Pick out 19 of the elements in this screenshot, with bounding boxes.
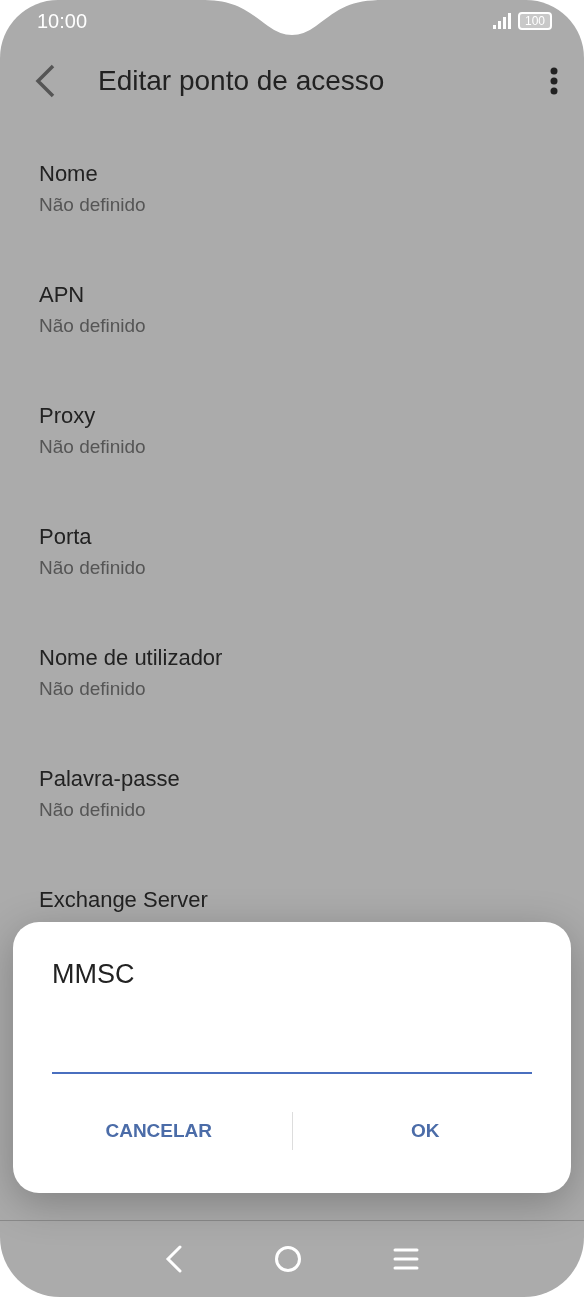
dialog-button[interactable]: CANCELAR bbox=[26, 1108, 292, 1154]
setting-value: Não definido bbox=[39, 194, 147, 216]
setting-title[interactable]: Exchange Server bbox=[39, 887, 545, 913]
setting-title[interactable]: Proxy bbox=[39, 403, 545, 429]
dialog-button[interactable]: OK bbox=[292, 1108, 558, 1154]
dialog-title: MMSC bbox=[52, 959, 136, 990]
setting-value: Não definido bbox=[39, 678, 147, 700]
setting-title[interactable]: APN bbox=[39, 282, 545, 308]
signal-icon bbox=[492, 13, 511, 29]
setting-title[interactable]: Palavra-passe bbox=[39, 766, 545, 792]
setting-title[interactable]: Nome de utilizador bbox=[39, 645, 545, 671]
setting-value: Não definido bbox=[39, 799, 147, 821]
setting-value: Não definido bbox=[39, 315, 147, 337]
setting-title[interactable]: Porta bbox=[39, 524, 545, 550]
setting-title[interactable]: Nome bbox=[39, 161, 545, 187]
setting-value: Não definido bbox=[39, 436, 147, 458]
status-time: 10:00 bbox=[37, 9, 88, 33]
setting-value: Não definido bbox=[39, 557, 147, 579]
page-title: Editar ponto de acesso bbox=[98, 65, 386, 97]
